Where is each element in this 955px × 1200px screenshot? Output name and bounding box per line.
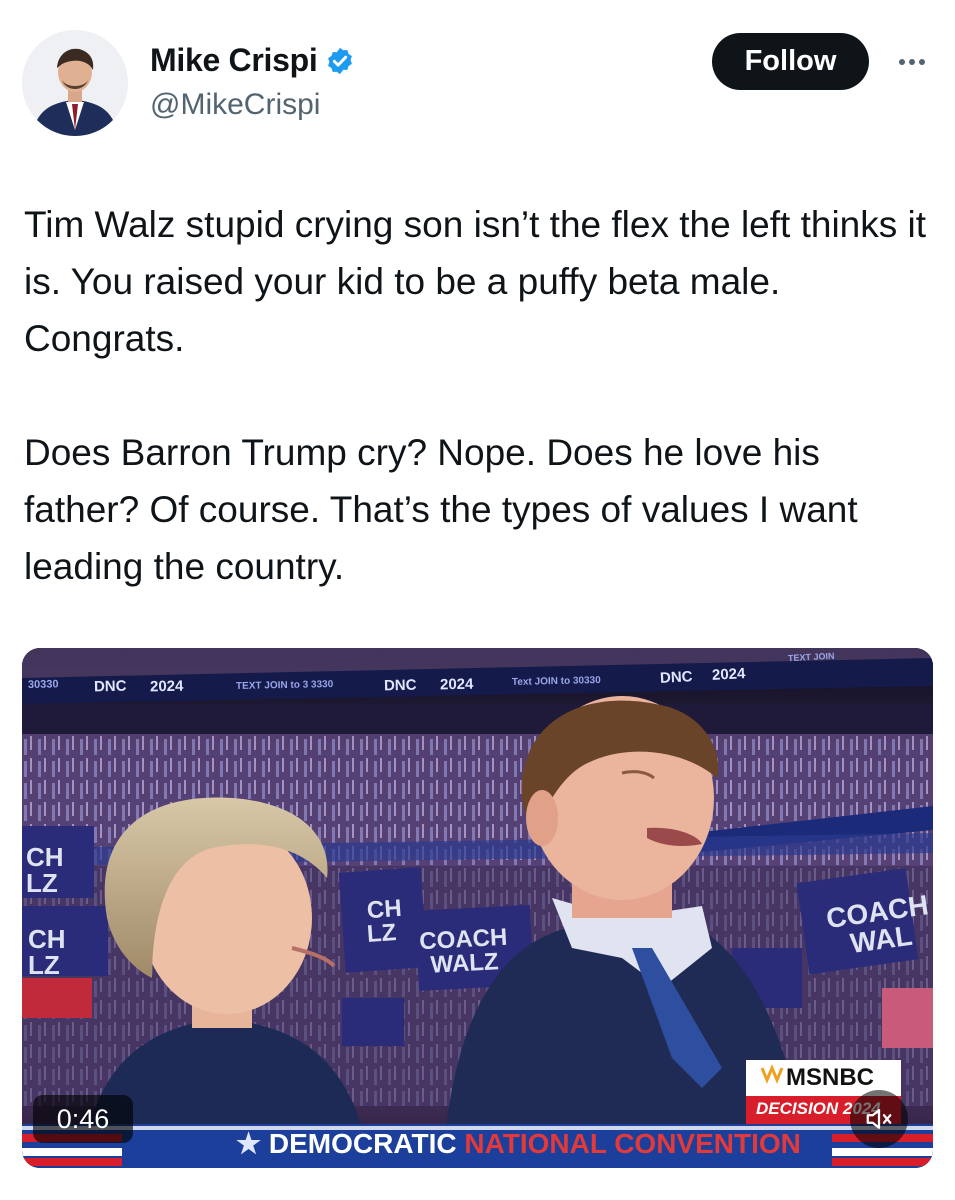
ribbon-text: DNC [659,668,693,687]
ribbon-text: DNC [383,676,417,695]
more-dot [909,59,915,65]
sign-text: LZ [26,868,58,898]
sign-text: CH [26,842,64,872]
ribbon-text: TEXT JOIN to 3 3330 [235,678,334,693]
more-dot [899,59,905,65]
ribbon-text: 2024 [149,677,184,696]
verified-badge-icon [328,47,353,74]
banner-text-part2: NATIONAL CONVENTION [464,1128,801,1159]
follow-button[interactable]: Follow [712,33,869,90]
tweet-text: Tim Walz stupid crying son isn’t the fle… [24,196,929,595]
more-options-button[interactable] [890,44,934,80]
video-duration: 0:46 [33,1095,133,1143]
ribbon-text: Text JOIN to 30330 [511,675,601,688]
author-display-name[interactable]: Mike Crispi [150,42,318,79]
broadcast-banner: ★ DEMOCRATIC NATIONAL CONVENTION [236,1130,801,1158]
mute-button[interactable] [850,1090,908,1148]
banner-star-icon: ★ [236,1128,262,1159]
ribbon-text: 30330 [27,678,59,691]
sign-text: CH [28,924,66,954]
more-dot [919,59,925,65]
tweet-paragraph: Tim Walz stupid crying son isn’t the fle… [24,204,927,359]
sign-line: WALZ [429,948,500,979]
volume-muted-icon [866,1109,892,1129]
sign-text: COACH WALZ [419,924,509,979]
network-logo: MSNBC [786,1064,874,1091]
sign-text: LZ [28,950,60,980]
tweet-paragraph: Does Barron Trump cry? Nope. Does he lov… [24,432,858,587]
avatar[interactable] [22,30,128,136]
banner-text-part1: DEMOCRATIC [268,1128,457,1159]
sign-text: LZ [366,919,398,948]
ribbon-text: 2024 [711,665,746,684]
author-handle[interactable]: @MikeCrispi [150,88,320,122]
author-name-row[interactable]: Mike Crispi [150,42,355,79]
ribbon-text: DNC [93,677,127,696]
ribbon-text: 2024 [439,675,474,694]
avatar-photo [22,30,128,136]
video-player[interactable]: 30330 DNC 2024 TEXT JOIN to 3 3330 DNC 2… [22,648,933,1168]
